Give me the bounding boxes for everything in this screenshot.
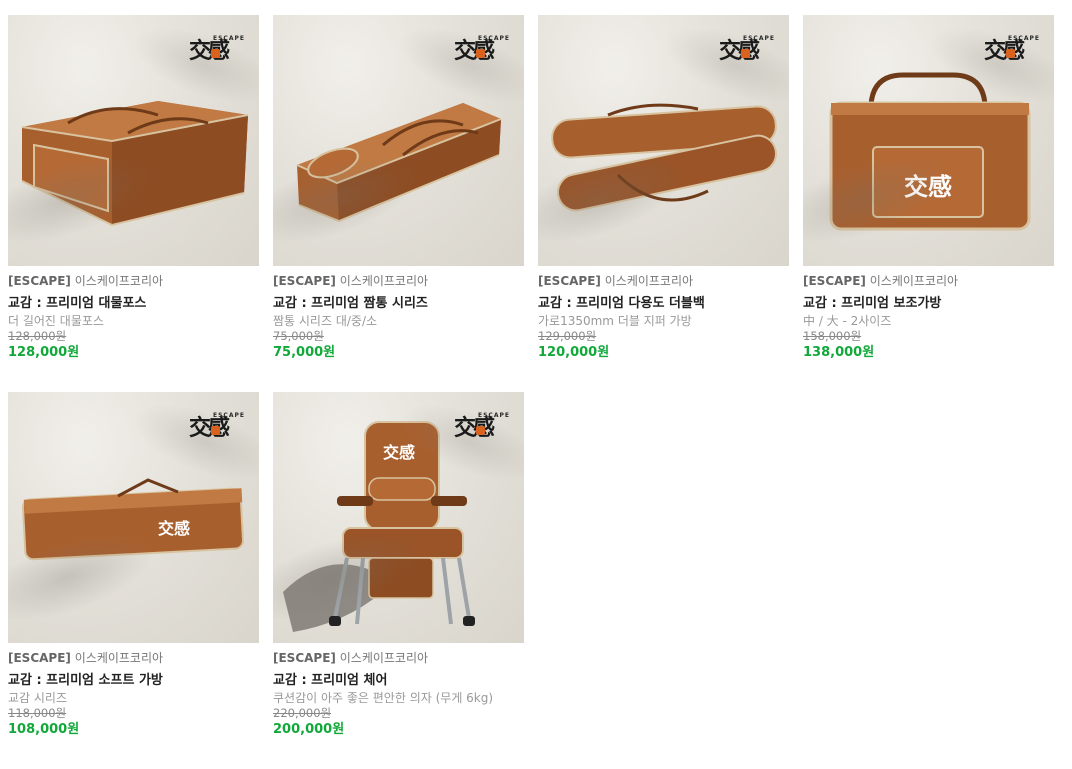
original-price: 158,000원 (803, 329, 862, 343)
product-brand: [ESCAPE] 이스케이프코리아 (803, 274, 959, 288)
product-image[interactable]: 交感 ESCAPE (538, 15, 789, 266)
product-card[interactable]: 交感ESCAPE 交感 [ESCAPE] 이스케이프코리아 교감 : 프리미엄 … (8, 392, 259, 769)
product-name[interactable]: 교감 : 프리미엄 짬통 시리즈 (273, 295, 524, 313)
product-brand: [ESCAPE] 이스케이프코리아 (273, 651, 429, 665)
original-price: 220,000원 (273, 706, 332, 720)
sale-price: 200,000원 (273, 722, 345, 737)
product-name[interactable]: 교감 : 프리미엄 소프트 가방 (8, 672, 259, 690)
product-grid: 交感 ESCAPE [ESCAPE] 이스케이프코리아 교감 : 프리미엄 대물포… (8, 15, 1054, 769)
escape-logo: 交感 ESCAPE (454, 35, 510, 64)
sale-price: 108,000원 (8, 722, 80, 737)
product-image[interactable]: 交感ESCAPE 交感 (273, 392, 524, 643)
sale-price: 120,000원 (538, 345, 610, 360)
original-price: 118,000원 (8, 706, 67, 720)
escape-logo: 交感 ESCAPE (984, 35, 1040, 64)
sale-price: 75,000원 (273, 345, 336, 360)
escape-logo: 交感 ESCAPE (189, 412, 245, 441)
svg-text:交感: 交感 (158, 519, 190, 538)
product-description: 더 길어진 대물포스 (8, 314, 104, 328)
product-card[interactable]: 交感 ESCAPE [ESCAPE] 이스케이프코리아 교감 : 프리미엄 다용도… (538, 15, 789, 392)
product-card[interactable]: 交感ESCAPE 交感 [ESCAPE] 이스케이프코리아 교감 : 프리미엄 … (803, 15, 1054, 392)
sale-price: 128,000원 (8, 345, 80, 360)
escape-logo: 交感 ESCAPE (719, 35, 775, 64)
product-name[interactable]: 교감 : 프리미엄 보조가방 (803, 295, 1054, 313)
product-image[interactable]: 交感 ESCAPE (8, 15, 259, 266)
original-price: 75,000원 (273, 329, 324, 343)
product-brand: [ESCAPE] 이스케이프코리아 (8, 651, 164, 665)
original-price: 128,000원 (8, 329, 67, 343)
product-card[interactable]: 交感 ESCAPE [ESCAPE] 이스케이프코리아 교감 : 프리미엄 짬통 … (273, 15, 524, 392)
product-card[interactable]: 交感 ESCAPE [ESCAPE] 이스케이프코리아 교감 : 프리미엄 대물포… (8, 15, 259, 392)
product-name[interactable]: 교감 : 프리미엄 다용도 더블백 (538, 295, 789, 313)
product-description: 가로1350mm 더블 지퍼 가방 (538, 314, 692, 328)
product-description: 中 / 大 - 2사이즈 (803, 314, 892, 328)
svg-text:交感: 交感 (383, 443, 415, 462)
product-description: 교감 시리즈 (8, 691, 68, 705)
escape-logo: 交感 ESCAPE (189, 35, 245, 64)
product-card[interactable]: 交感 ESCAPE 交感 [ESCAPE] 이스케이프코리아 교감: 프리미엄… (273, 392, 524, 769)
product-name[interactable]: 교감 : 프리미엄 체어 (273, 672, 524, 690)
product-image[interactable]: 交感 ESCAPE (273, 15, 524, 266)
product-image[interactable]: 交感ESCAPE 交感 (803, 15, 1054, 266)
product-name[interactable]: 교감 : 프리미엄 대물포스 (8, 295, 259, 313)
product-brand: [ESCAPE] 이스케이프코리아 (538, 274, 694, 288)
product-brand: [ESCAPE] 이스케이프코리아 (8, 274, 164, 288)
sale-price: 138,000원 (803, 345, 875, 360)
product-brand: [ESCAPE] 이스케이프코리아 (273, 274, 429, 288)
original-price: 129,000원 (538, 329, 597, 343)
escape-logo: 交感 ESCAPE (454, 412, 510, 441)
product-description: 쿠션감이 아주 좋은 편안한 의자 (무게 6kg) (273, 691, 494, 705)
product-image[interactable]: 交感ESCAPE 交感 (8, 392, 259, 643)
product-description: 짬통 시리즈 대/중/소 (273, 314, 378, 328)
